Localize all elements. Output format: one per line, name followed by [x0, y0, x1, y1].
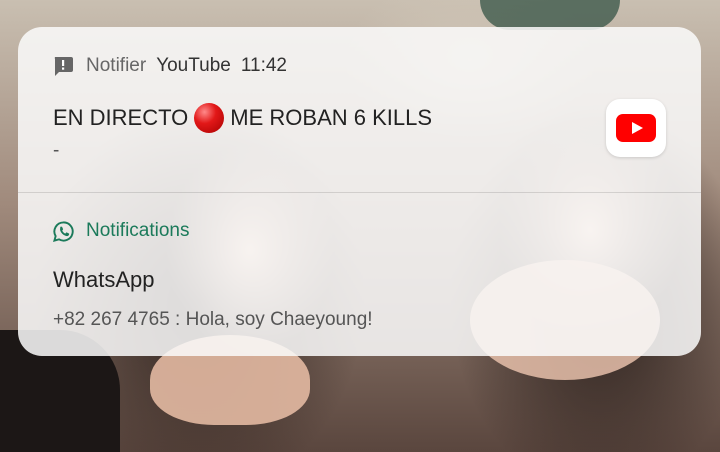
notification-body: - [53, 140, 60, 161]
notification-title: EN DIRECTO ME ROBAN 6 KILLS [53, 103, 432, 133]
app-label: Notifications [86, 220, 190, 241]
youtube-icon [606, 99, 666, 157]
timestamp: 11:42 [240, 55, 287, 76]
notifier-chat-icon [51, 54, 75, 78]
title-part-1: EN DIRECTO [53, 105, 189, 130]
app-label: Notifier [86, 55, 147, 76]
whatsapp-icon [51, 219, 75, 243]
notification-whatsapp[interactable]: Notifications WhatsApp +82 267 4765 : Ho… [18, 193, 701, 356]
wallpaper-plant [480, 0, 620, 30]
notification-youtube[interactable]: Notifier YouTube 11:42 EN DIRECTO ME ROB… [18, 27, 701, 192]
title-part-2: ME ROBAN 6 KILLS [230, 105, 433, 130]
sub-text: YouTube [156, 55, 231, 76]
notification-title: WhatsApp [53, 267, 155, 292]
notification-body: +82 267 4765 : Hola, soy Chaeyoung! [53, 309, 373, 330]
red-circle-emoji-icon [194, 103, 225, 133]
notification-header: Notifier YouTube 11:42 [51, 54, 287, 78]
notification-header: Notifications [51, 219, 200, 243]
notification-group: Notifier YouTube 11:42 EN DIRECTO ME ROB… [18, 27, 701, 356]
